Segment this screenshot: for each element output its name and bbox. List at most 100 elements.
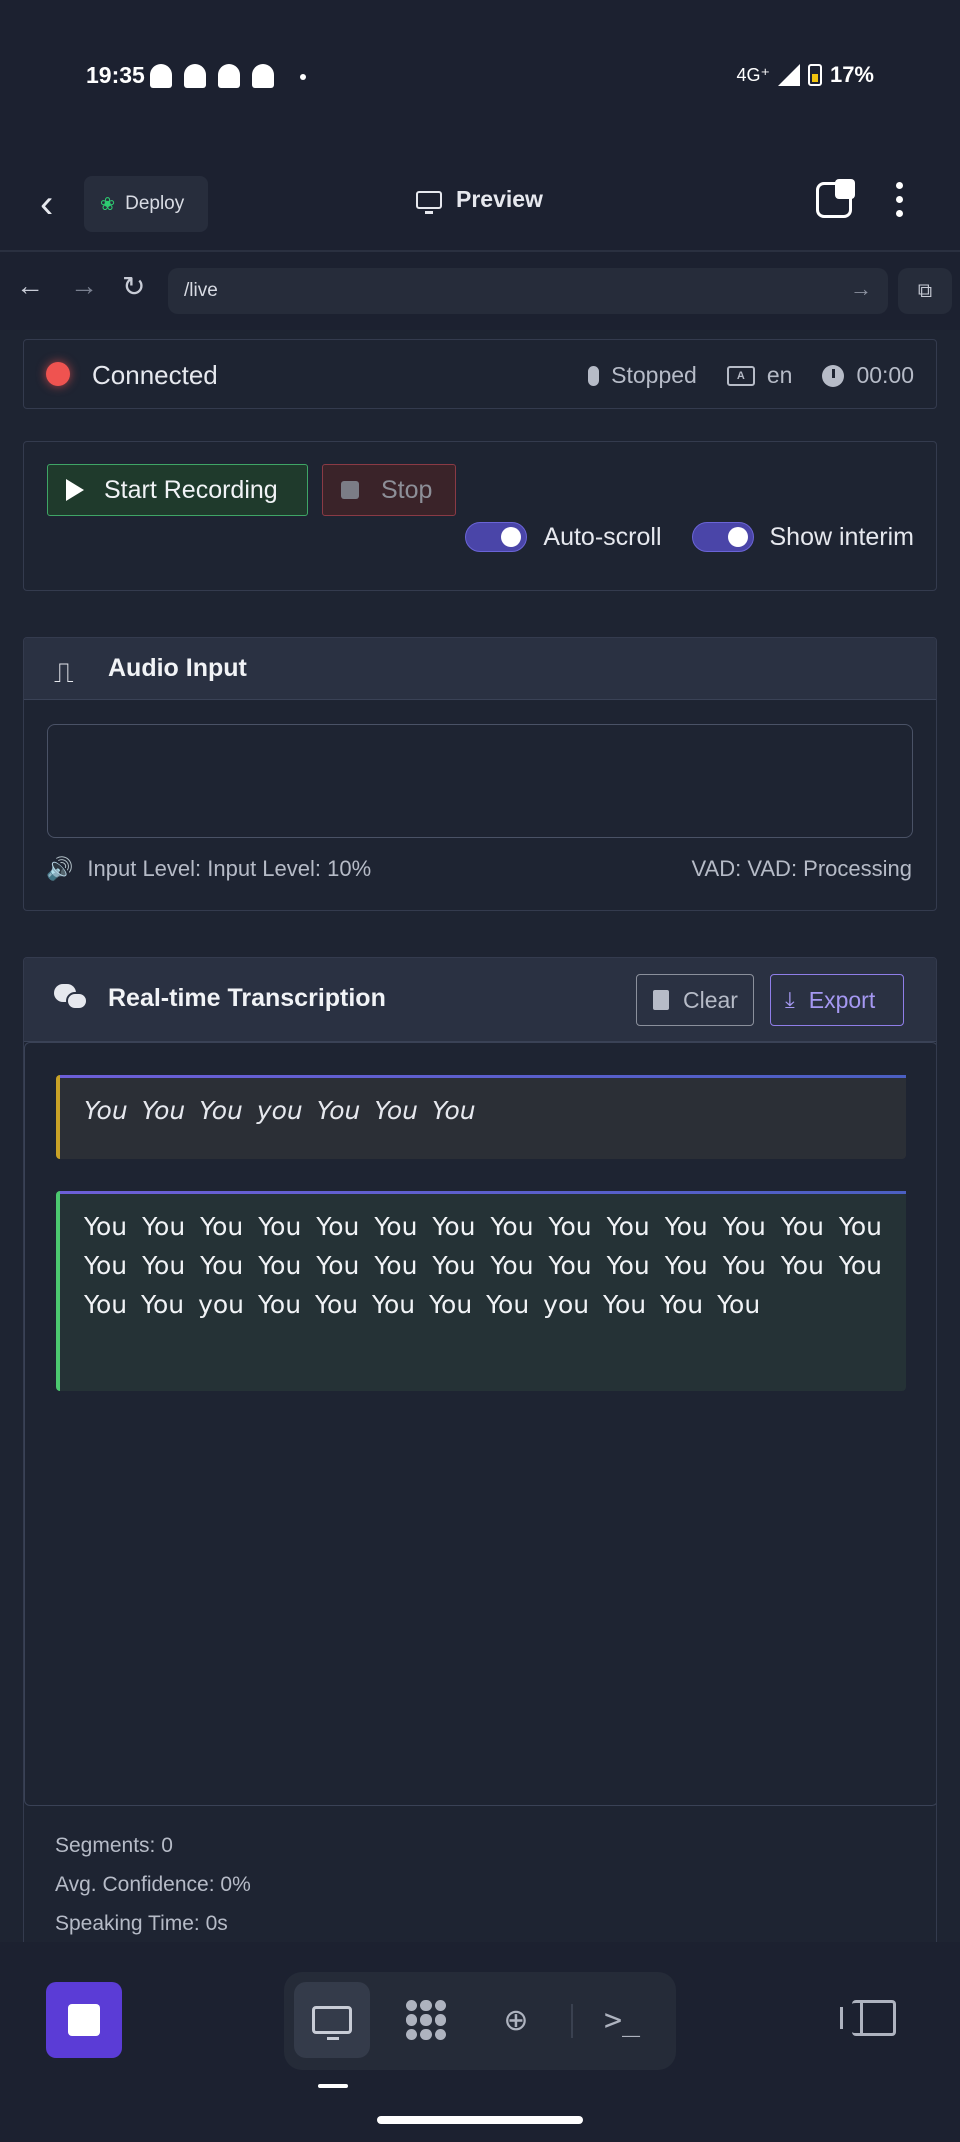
show-interim-label: Show interim (769, 522, 915, 551)
snapchat-icon (218, 64, 240, 88)
stop-square-icon (68, 2004, 100, 2036)
chat-bubbles-icon (54, 984, 88, 1012)
connection-indicator-dot (46, 362, 70, 386)
terminal-icon: >_ (603, 2002, 641, 2038)
transcript-area[interactable]: You You You you You You You You You You … (24, 1042, 936, 1806)
battery-icon (807, 64, 822, 86)
stop-button[interactable]: Stop (322, 464, 456, 516)
clear-label: Clear (683, 986, 738, 1013)
signal-icon (777, 64, 800, 86)
app-header: ‹ ❀ Deploy Preview (0, 160, 960, 250)
audio-input-card: ⎍ Audio Input 🔊 Input Level: Input Level:… (23, 637, 937, 911)
speaking-time: Speaking Time: 0s (55, 1912, 228, 1935)
transcription-stats: Segments: 0 Avg. Confidence: 0% Speaking… (55, 1826, 251, 1942)
nav-back-arrow-icon[interactable]: ← (16, 270, 44, 302)
download-icon: ⤓ (785, 987, 795, 1012)
page-content: Connected Stopped A en 00:00 Start Recor… (0, 330, 960, 1942)
language-status: A en (726, 362, 793, 389)
recording-controls-card: Start Recording Stop Auto-scroll Show in… (23, 441, 937, 591)
deploy-button[interactable]: ❀ Deploy (84, 176, 208, 232)
speaker-icon: 🔊 (46, 856, 74, 881)
show-interim-toggle[interactable] (691, 522, 754, 552)
mic-status-text: Stopped (611, 362, 697, 388)
avg-confidence: Avg. Confidence: 0% (55, 1873, 251, 1896)
header-divider (0, 250, 960, 252)
language-text: en (766, 362, 793, 388)
view-switcher: ⊕ >_ (284, 1972, 676, 2070)
audio-visualizer (47, 724, 913, 838)
export-button[interactable]: ⤓ Export (770, 974, 904, 1026)
url-bar[interactable]: /live → (168, 268, 888, 314)
clock-icon (822, 364, 845, 387)
input-level-text: Input Level: Input Level: 10% (87, 856, 372, 881)
workflow-view-button[interactable] (388, 1982, 464, 2058)
go-arrow-icon[interactable]: → (850, 276, 872, 302)
audio-meta-row: 🔊 Input Level: Input Level: 10% VAD: VAD:… (46, 856, 912, 882)
clear-button[interactable]: Clear (636, 974, 754, 1026)
deploy-view-button[interactable]: ⊕ (478, 1982, 554, 2058)
notification-icons (150, 64, 274, 88)
segments-count: Segments: 0 (55, 1834, 173, 1857)
open-external-icon[interactable]: ⧉ (898, 268, 952, 314)
stop-icon (341, 481, 359, 499)
nodes-icon (406, 2000, 446, 2040)
url-text: /live (184, 280, 218, 301)
back-chevron-icon[interactable]: ‹ (40, 182, 53, 227)
system-indicators: 4G⁺ 17% (736, 62, 874, 88)
active-view-indicator (318, 2084, 348, 2088)
language-icon: A (726, 365, 755, 386)
show-interim-option: Show interim (691, 522, 915, 552)
audio-input-header: ⎍ Audio Input (24, 638, 936, 700)
start-recording-label: Start Recording (104, 475, 278, 504)
stop-app-button[interactable] (46, 1982, 122, 2058)
deploy-icon: ❀ (100, 193, 116, 214)
session-info: Stopped A en 00:00 (588, 362, 914, 389)
trash-icon (653, 990, 669, 1010)
toggle-options: Auto-scroll Show interim (465, 522, 914, 552)
more-options-icon[interactable] (896, 182, 904, 217)
transcription-card: Real-time Transcription Clear ⤓ Export Y… (23, 957, 937, 1942)
battery-percent: 17% (829, 62, 874, 87)
nav-forward-arrow-icon[interactable]: → (70, 270, 98, 302)
timer-text: 00:00 (856, 362, 914, 388)
waveform-icon: ⎍ (54, 656, 74, 689)
monitor-icon (312, 2006, 352, 2040)
autoscroll-option: Auto-scroll (465, 522, 662, 552)
mic-status: Stopped (588, 362, 697, 389)
home-gesture-bar[interactable] (377, 2116, 583, 2124)
network-type: 4G⁺ (736, 64, 770, 85)
export-label: Export (808, 986, 876, 1013)
stop-label: Stop (381, 475, 433, 504)
audio-input-title: Audio Input (108, 654, 247, 682)
system-status-bar: 19:35 4G⁺ 17% (0, 0, 960, 155)
microphone-icon (588, 365, 600, 386)
monitor-icon (416, 190, 442, 214)
input-level: 🔊 Input Level: Input Level: 10% (46, 856, 371, 882)
reload-icon[interactable]: ↻ (122, 270, 145, 303)
connection-status: Connected (92, 360, 218, 390)
dock-separator (571, 2004, 573, 2038)
tabs-icon[interactable] (816, 179, 855, 218)
play-icon (66, 479, 84, 501)
autoscroll-label: Auto-scroll (543, 522, 662, 551)
browser-nav-bar: ← → ↻ /live → ⧉ (0, 262, 960, 318)
preview-title[interactable]: Preview (416, 186, 543, 214)
clock-text: 19:35 (86, 62, 145, 88)
transcription-header: Real-time Transcription Clear ⤓ Export (24, 958, 936, 1042)
preview-label: Preview (456, 186, 543, 212)
terminal-view-button[interactable]: >_ (584, 1982, 660, 2058)
autoscroll-toggle[interactable] (465, 522, 528, 552)
preview-view-button[interactable] (294, 1982, 370, 2058)
timer-status: 00:00 (822, 362, 914, 389)
transcription-title: Real-time Transcription (108, 984, 386, 1012)
snapchat-icon (252, 64, 274, 88)
more-notifications-dot (300, 74, 306, 80)
bottom-toolbar: ⊕ >_ (0, 1942, 960, 2142)
snapchat-icon (150, 64, 172, 88)
deploy-label: Deploy (125, 193, 185, 214)
vad-status: VAD: VAD: Processing (691, 856, 912, 881)
start-recording-button[interactable]: Start Recording (47, 464, 308, 516)
snapchat-icon (184, 64, 206, 88)
side-panel-icon[interactable] (840, 2000, 896, 2036)
globe-deploy-icon: ⊕ (503, 2003, 529, 2037)
